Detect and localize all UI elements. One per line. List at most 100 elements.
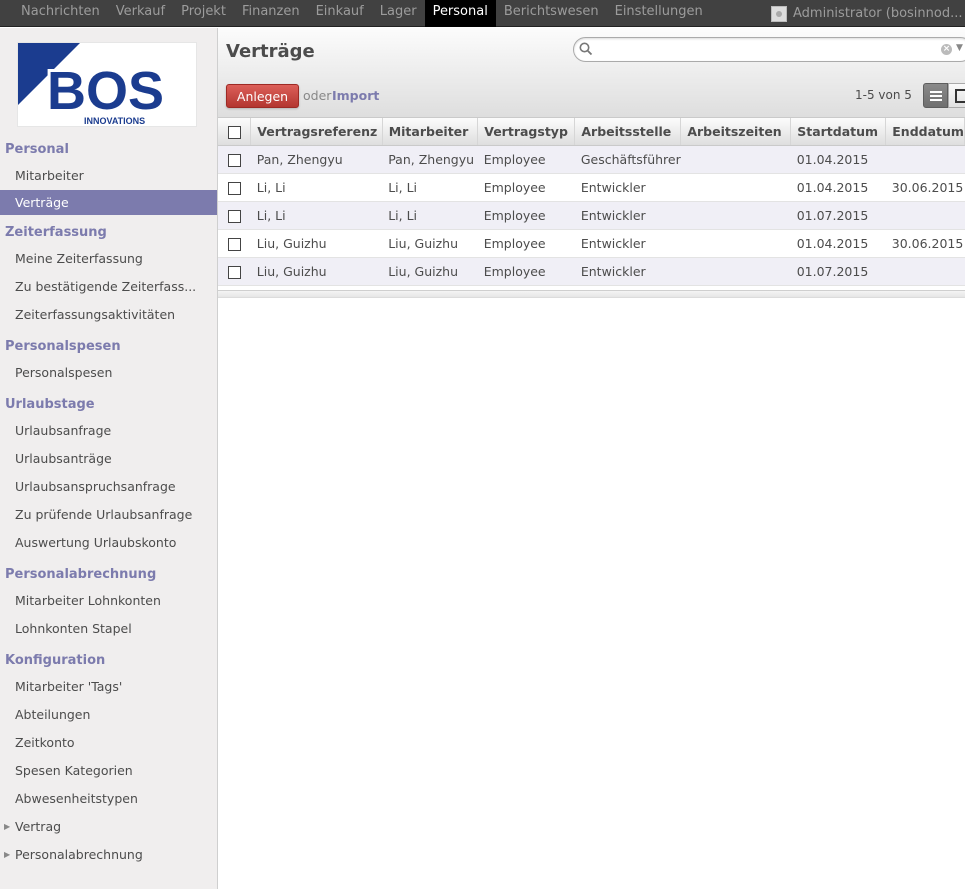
- sidebar-item-zeitkonto[interactable]: Zeitkonto: [0, 729, 217, 757]
- cell-enddatum: 30.06.2015: [885, 229, 965, 258]
- column-header-arbeitsstelle[interactable]: Arbeitsstelle: [574, 118, 682, 146]
- row-checkbox[interactable]: [228, 265, 241, 279]
- list-view-button[interactable]: [923, 83, 948, 108]
- sidebar-item-personalabrechnung[interactable]: ▶ Personalabrechnung: [0, 841, 217, 869]
- user-menu[interactable]: Administrator (bosinnod... ▼: [771, 0, 965, 27]
- search-icon: [579, 42, 593, 56]
- clear-search-icon[interactable]: ×: [941, 44, 952, 55]
- cell-arbeitsstelle: Entwickler: [574, 257, 681, 286]
- cell-enddatum: [885, 201, 965, 230]
- sidebar-item-zu-pruefende-urlaubsanfrage[interactable]: Zu prüfende Urlaubsanfrage: [0, 501, 217, 529]
- cell-arbeitszeiten: [680, 173, 791, 202]
- cell-vertragstyp: Employee: [477, 173, 575, 202]
- top-menu-item-einkauf[interactable]: Einkauf: [308, 0, 372, 27]
- sidebar-item-zu-bestaetigende-zeiterfass[interactable]: Zu bestätigende Zeiterfass...: [0, 273, 217, 301]
- sidebar-item-label: Zeiterfassungsaktivitäten: [15, 307, 176, 322]
- cell-vertragsreferenz: Pan, Zhengyu: [250, 145, 383, 174]
- cell-mitarbeiter: Li, Li: [382, 201, 478, 230]
- cell-startdatum: 01.04.2015: [790, 229, 886, 258]
- sidebar-item-vertrag[interactable]: ▶ Vertrag: [0, 813, 217, 841]
- table-body: Pan, Zhengyu Pan, Zhengyu Employee Geschäft…: [218, 145, 965, 286]
- search-input[interactable]: [596, 41, 926, 59]
- table-row[interactable]: Li, Li Li, Li Employee Entwickler 01.04.2015…: [218, 173, 965, 202]
- sidebar-item-spesen-kategorien[interactable]: Spesen Kategorien: [0, 757, 217, 785]
- cell-enddatum: [885, 145, 965, 174]
- sidebar-item-label: Zeitkonto: [15, 735, 75, 750]
- sidebar-item-urlaubsanfrage[interactable]: Urlaubsanfrage: [0, 417, 217, 445]
- column-header-startdatum[interactable]: Startdatum: [790, 118, 887, 146]
- table-row[interactable]: Pan, Zhengyu Pan, Zhengyu Employee Geschäft…: [218, 145, 965, 174]
- cell-arbeitsstelle: Entwickler: [574, 173, 681, 202]
- column-header-enddatum[interactable]: Enddatum: [885, 118, 965, 146]
- column-header-vertragsreferenz[interactable]: Vertragsreferenz: [250, 118, 383, 146]
- sidebar-item-personalspesen[interactable]: Personalspesen: [0, 359, 217, 387]
- row-checkbox[interactable]: [228, 181, 241, 195]
- expand-triangle-icon[interactable]: ▶: [4, 813, 10, 841]
- sidebar-item-urlaubsanspruchsanfrage[interactable]: Urlaubsanspruchsanfrage: [0, 473, 217, 501]
- sidebar-item-mitarbeiter-tags[interactable]: Mitarbeiter 'Tags': [0, 673, 217, 701]
- sidebar-section-personalspesen: Personalspesen: [5, 339, 121, 354]
- column-header-arbeitszeiten[interactable]: Arbeitszeiten: [680, 118, 792, 146]
- cell-arbeitsstelle: Geschäftsführer: [574, 145, 681, 174]
- sidebar-item-mitarbeiter-lohnkonten[interactable]: Mitarbeiter Lohnkonten: [0, 587, 217, 615]
- sidebar-item-zeiterfassungsaktivitaeten[interactable]: Zeiterfassungsaktivitäten: [0, 301, 217, 329]
- column-header-mitarbeiter[interactable]: Mitarbeiter: [382, 118, 479, 146]
- cell-mitarbeiter: Liu, Guizhu: [382, 257, 478, 286]
- list-view-icon: [930, 91, 942, 101]
- top-menu-item-finanzen[interactable]: Finanzen: [234, 0, 308, 27]
- search-options-icon[interactable]: ▼: [956, 43, 963, 53]
- cell-vertragsreferenz: Li, Li: [250, 173, 383, 202]
- sidebar-section-konfiguration: Konfiguration: [5, 653, 106, 668]
- table-row[interactable]: Liu, Guizhu Liu, Guizhu Employee Entwickler…: [218, 257, 965, 286]
- search-box[interactable]: × ▼: [573, 37, 965, 62]
- sidebar-item-label: Lohnkonten Stapel: [15, 621, 132, 636]
- row-checkbox[interactable]: [228, 237, 241, 251]
- sidebar-item-vertraege[interactable]: Verträge: [0, 190, 217, 215]
- pager-value[interactable]: 1-5 von 5: [855, 88, 912, 102]
- sidebar-item-label: Abwesenheitstypen: [15, 791, 138, 806]
- cell-arbeitsstelle: Entwickler: [574, 201, 681, 230]
- company-logo[interactable]: BOS BOS INNOVATIONS: [17, 42, 197, 127]
- table-row[interactable]: Liu, Guizhu Liu, Guizhu Employee Entwickler…: [218, 229, 965, 258]
- top-menu-item-personal[interactable]: Personal: [424, 0, 496, 27]
- row-select-cell: [218, 145, 251, 174]
- top-menu: Nachrichten Verkauf Projekt Finanzen Einkauf…: [13, 0, 711, 27]
- cell-vertragstyp: Employee: [477, 257, 575, 286]
- cell-vertragsreferenz: Liu, Guizhu: [250, 257, 383, 286]
- import-link[interactable]: Import: [332, 88, 379, 103]
- cell-vertragstyp: Employee: [477, 201, 575, 230]
- cell-startdatum: 01.04.2015: [790, 145, 886, 174]
- column-header-vertragstyp[interactable]: Vertragstyp: [477, 118, 576, 146]
- sidebar-item-auswertung-urlaubskonto[interactable]: Auswertung Urlaubskonto: [0, 529, 217, 557]
- sidebar-item-meine-zeiterfassung[interactable]: Meine Zeiterfassung: [0, 245, 217, 273]
- sidebar-item-label: Mitarbeiter Lohnkonten: [15, 593, 161, 608]
- top-menu-item-berichtswesen[interactable]: Berichtswesen: [496, 0, 607, 27]
- sidebar-item-label: Mitarbeiter 'Tags': [15, 679, 123, 694]
- cell-startdatum: 01.07.2015: [790, 257, 886, 286]
- create-button[interactable]: Anlegen: [226, 84, 299, 108]
- top-menu-item-projekt[interactable]: Projekt: [173, 0, 234, 27]
- sidebar-item-urlaubsantraege[interactable]: Urlaubsanträge: [0, 445, 217, 473]
- sidebar-item-mitarbeiter[interactable]: Mitarbeiter: [0, 162, 217, 190]
- top-menu-item-nachrichten[interactable]: Nachrichten: [13, 0, 108, 27]
- expand-triangle-icon[interactable]: ▶: [4, 841, 10, 869]
- logo-main-text: BOS: [47, 61, 164, 121]
- sidebar-item-abteilungen[interactable]: Abteilungen: [0, 701, 217, 729]
- cell-mitarbeiter: Pan, Zhengyu: [382, 145, 478, 174]
- cell-arbeitszeiten: [680, 145, 791, 174]
- row-checkbox[interactable]: [228, 209, 241, 223]
- cell-vertragstyp: Employee: [477, 229, 575, 258]
- sidebar-item-lohnkonten-stapel[interactable]: Lohnkonten Stapel: [0, 615, 217, 643]
- view-switcher: [923, 83, 965, 108]
- bos-logo-icon: BOS BOS INNOVATIONS: [18, 43, 167, 126]
- top-menu-item-lager[interactable]: Lager: [372, 0, 425, 27]
- cell-arbeitszeiten: [680, 257, 791, 286]
- sidebar-item-abwesenheitstypen[interactable]: Abwesenheitstypen: [0, 785, 217, 813]
- table-row[interactable]: Li, Li Li, Li Employee Entwickler 01.07.2015: [218, 201, 965, 230]
- select-all-checkbox[interactable]: [228, 125, 241, 139]
- top-menu-item-verkauf[interactable]: Verkauf: [108, 0, 173, 27]
- top-menu-item-einstellungen[interactable]: Einstellungen: [607, 0, 711, 27]
- row-checkbox[interactable]: [228, 153, 241, 167]
- cell-mitarbeiter: Li, Li: [382, 173, 478, 202]
- form-view-button[interactable]: [948, 83, 965, 108]
